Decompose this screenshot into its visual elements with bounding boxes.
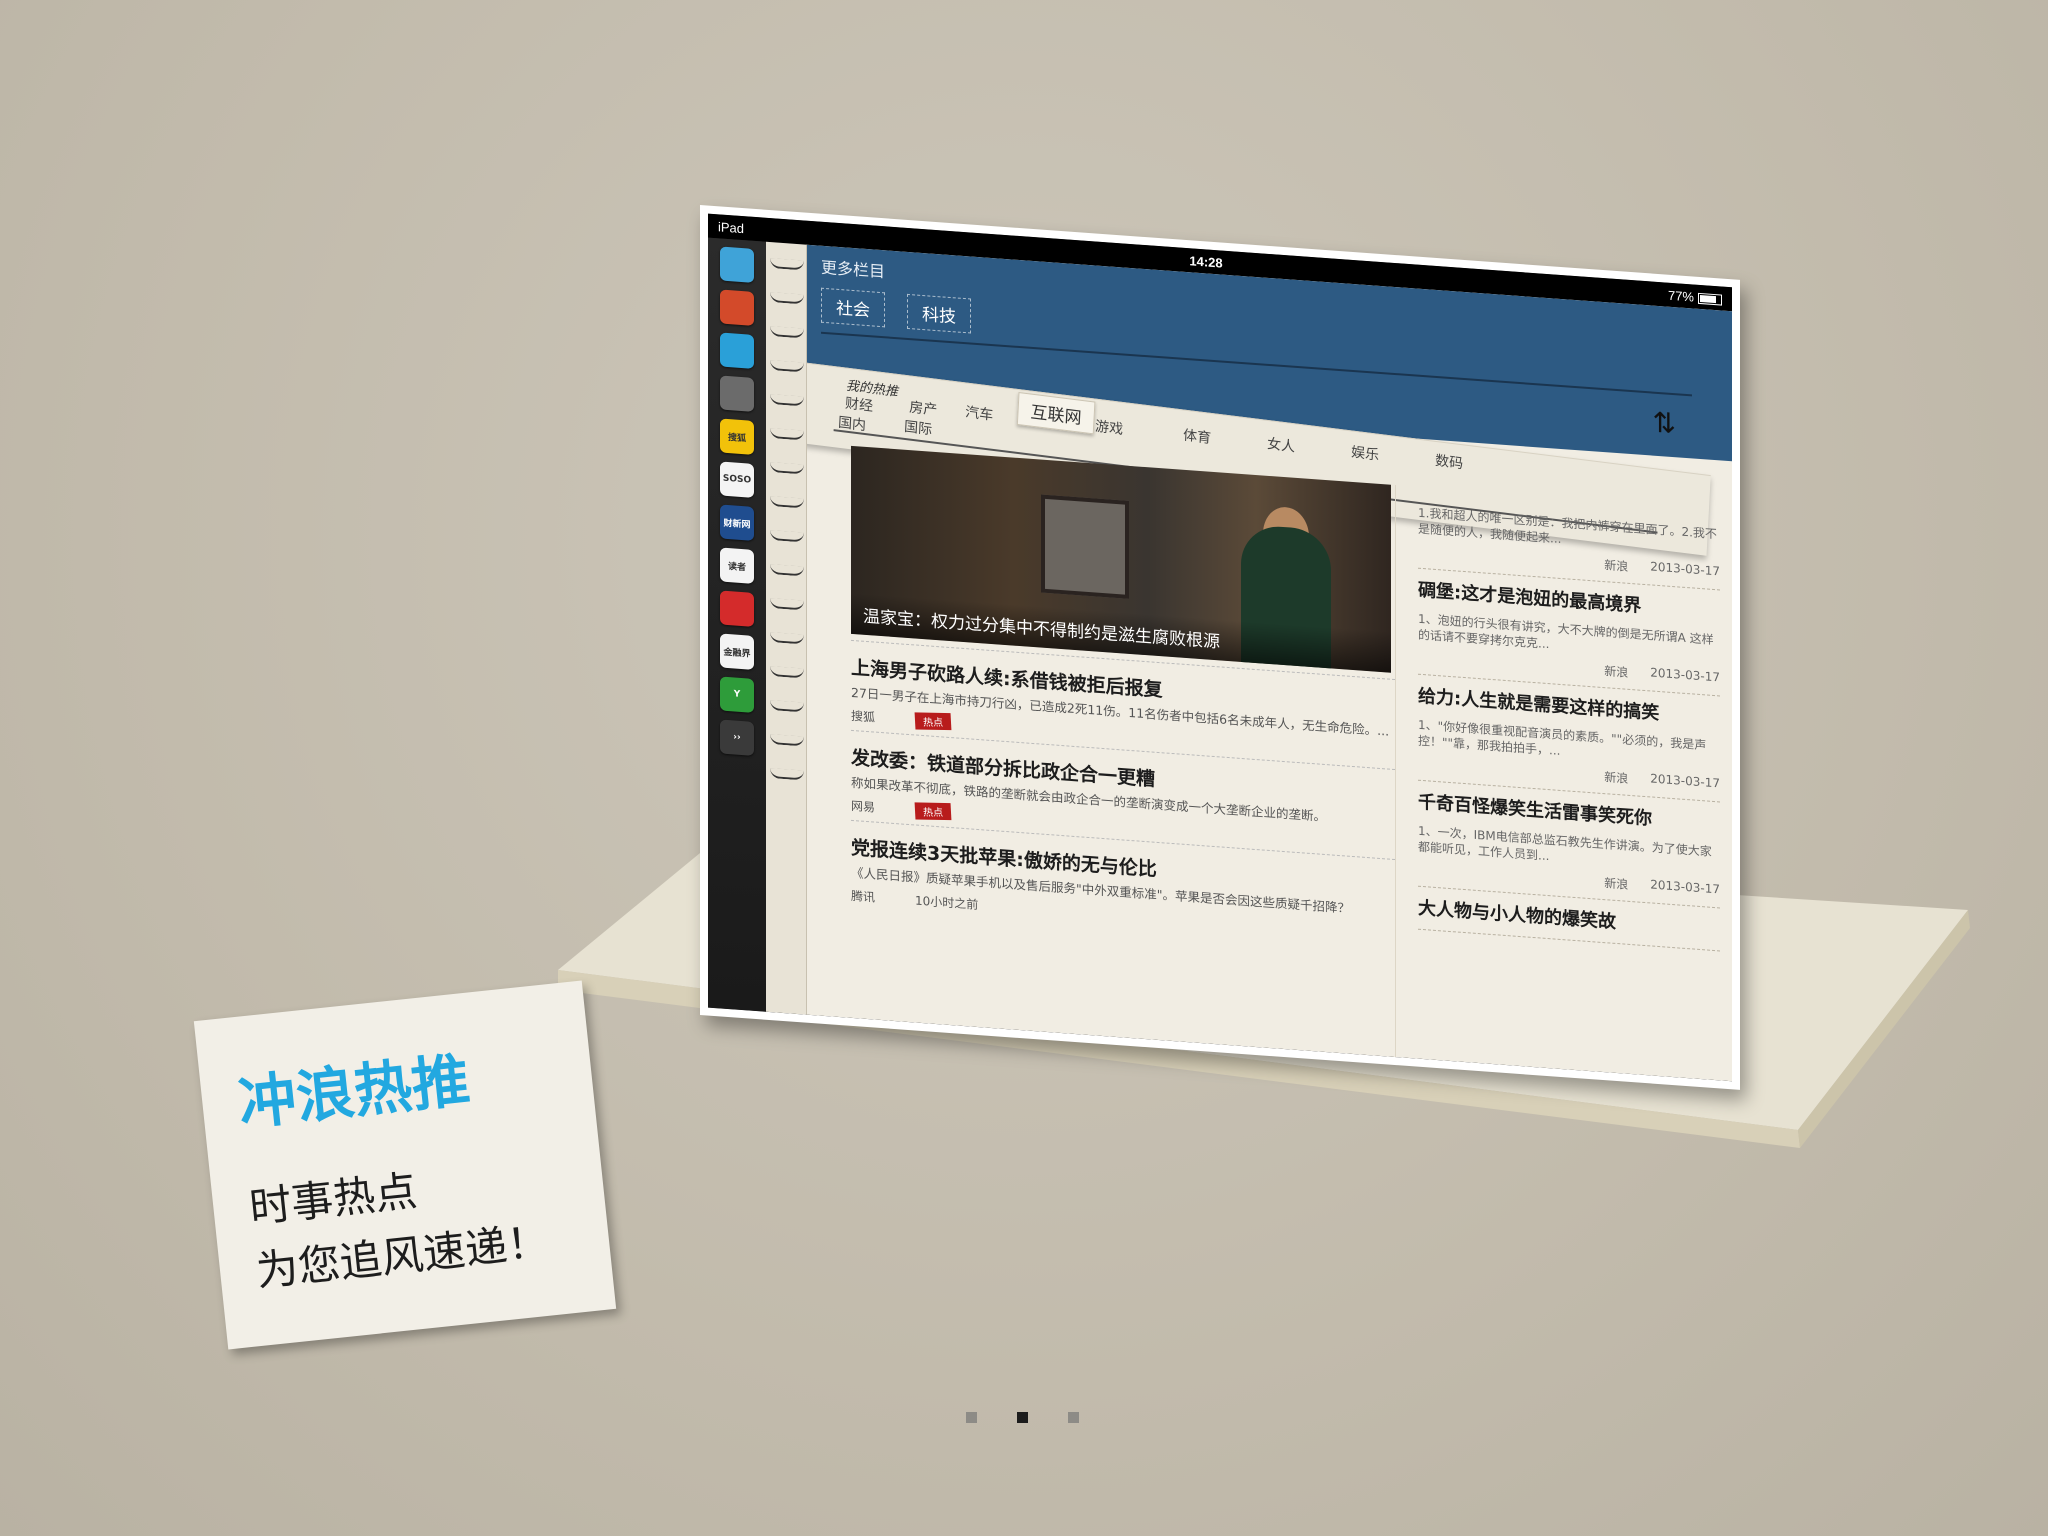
hero-image[interactable]: 温家宝：权力过分集中不得制约是滋生腐败根源	[851, 445, 1391, 673]
binding-ring	[770, 598, 804, 611]
binding-ring	[770, 394, 804, 407]
binding-ring	[770, 530, 804, 543]
binding-ring	[770, 666, 804, 679]
content-area: 温家宝：权力过分集中不得制约是滋生腐败根源 上海男子砍路人续:系借钱被拒后报复 2…	[807, 443, 1732, 1082]
tag-entertainment[interactable]: 娱乐	[1351, 441, 1380, 464]
tag-auto[interactable]: 汽车	[965, 401, 994, 424]
binding-ring	[770, 258, 804, 271]
side-news-source: 新浪	[1604, 664, 1629, 680]
binding-ring	[770, 360, 804, 373]
tag-games[interactable]: 游戏	[1095, 416, 1124, 439]
duzhe-icon[interactable]: 读者	[720, 547, 754, 584]
jinrong-icon[interactable]: 金融界	[720, 633, 754, 670]
side-news-date: 2013-03-17	[1650, 559, 1720, 579]
news-source: 腾讯	[851, 888, 876, 905]
sort-arrows-icon[interactable]: ⇅	[1653, 406, 1676, 441]
side-news-date: 2013-03-17	[1650, 771, 1720, 791]
reader-app: 搜狐 SOSO 财新网 读者 金融界 Y ›› 更多栏目 社会 科技 我的热推 互联网	[708, 237, 1732, 1082]
sohu-icon[interactable]: 搜狐	[720, 418, 754, 455]
binding-ring	[770, 700, 804, 713]
notebook-binding	[766, 241, 807, 1015]
news-stack-icon[interactable]	[720, 375, 754, 412]
binding-ring	[770, 632, 804, 645]
binding-ring	[770, 428, 804, 441]
soso-icon[interactable]: SOSO	[720, 461, 754, 498]
binding-ring	[770, 326, 804, 339]
hot-badge: 热点	[914, 712, 952, 731]
binding-ring	[770, 462, 804, 475]
news-source: 搜狐	[851, 708, 876, 725]
tag-women[interactable]: 女人	[1267, 433, 1296, 456]
hot-fire-icon[interactable]	[720, 289, 754, 326]
y-icon[interactable]: Y	[720, 676, 754, 713]
page-dot[interactable]	[966, 1412, 977, 1423]
feature-title: 冲浪热推	[235, 1045, 474, 1138]
battery-indicator: 77%	[1668, 287, 1722, 306]
tag-sports[interactable]: 体育	[1183, 425, 1212, 448]
side-news-date: 2013-03-17	[1650, 877, 1720, 897]
news-list: 上海男子砍路人续:系借钱被拒后报复 27日一男子在上海市持刀行凶，已造成2死11伤…	[851, 639, 1395, 944]
tag-international[interactable]: 国际	[904, 416, 933, 439]
tag-digital[interactable]: 数码	[1435, 450, 1464, 473]
battery-icon	[1698, 292, 1722, 306]
hero-portrait	[1041, 494, 1129, 599]
page-dot[interactable]	[1017, 1412, 1028, 1423]
side-news-date: 2013-03-17	[1650, 665, 1720, 685]
binding-ring	[770, 564, 804, 577]
tablet-screen: iPad 14:28 77% 搜狐 SOSO 财新网读者金融界 Y ›› 更多栏目 社会…	[708, 213, 1732, 1082]
tablet-frame: iPad 14:28 77% 搜狐 SOSO 财新网读者金融界 Y ›› 更多栏目 社会…	[700, 205, 1740, 1090]
category-social[interactable]: 社会	[821, 287, 885, 328]
app-dock: 搜狐 SOSO 财新网读者金融界 Y ››	[708, 237, 766, 1012]
app-preview: iPad 14:28 77% 搜狐 SOSO 财新网读者金融界 Y ›› 更多栏目 社会…	[700, 205, 1740, 1090]
category-tech[interactable]: 科技	[907, 293, 971, 334]
cloud-icon[interactable]	[720, 332, 754, 369]
clock: 14:28	[1189, 252, 1223, 271]
device-label: iPad	[718, 218, 745, 236]
caixin-icon[interactable]: 财新网	[720, 504, 754, 541]
news-source: 网易	[851, 798, 876, 815]
hot-badge: 热点	[914, 802, 952, 821]
page-indicator	[966, 1412, 1079, 1423]
binding-ring	[770, 292, 804, 305]
more-apps-icon[interactable]: ››	[720, 719, 754, 756]
side-news-source: 新浪	[1604, 770, 1629, 786]
home-shell-icon[interactable]	[720, 246, 754, 283]
binding-ring	[770, 768, 804, 781]
binding-ring	[770, 496, 804, 509]
page-dot[interactable]	[1068, 1412, 1079, 1423]
feature-note-card: 冲浪热推 时事热点 为您追风速递！	[193, 980, 617, 1350]
main-news-column: 温家宝：权力过分集中不得制约是滋生腐败根源 上海男子砍路人续:系借钱被拒后报复 2…	[807, 443, 1395, 1057]
more-columns-label[interactable]: 更多栏目	[821, 254, 885, 283]
paper-area: 更多栏目 社会 科技 我的热推 互联网 财经 房产 汽车 国内 国际 游戏 体育…	[807, 244, 1732, 1082]
news-time: 10小时之前	[915, 893, 979, 913]
side-news-source: 新浪	[1604, 876, 1629, 892]
binding-ring	[770, 734, 804, 747]
side-news-source: 新浪	[1604, 558, 1629, 574]
category-row: 社会 科技	[821, 287, 971, 334]
tag-internet-active[interactable]: 互联网	[1016, 392, 1096, 435]
kuangfang-icon[interactable]	[720, 590, 754, 627]
side-news-column: 1.我和超人的唯一区别是：我把内裤穿在里面了。2.我不是随便的人，我随便起来..…	[1395, 485, 1732, 1082]
